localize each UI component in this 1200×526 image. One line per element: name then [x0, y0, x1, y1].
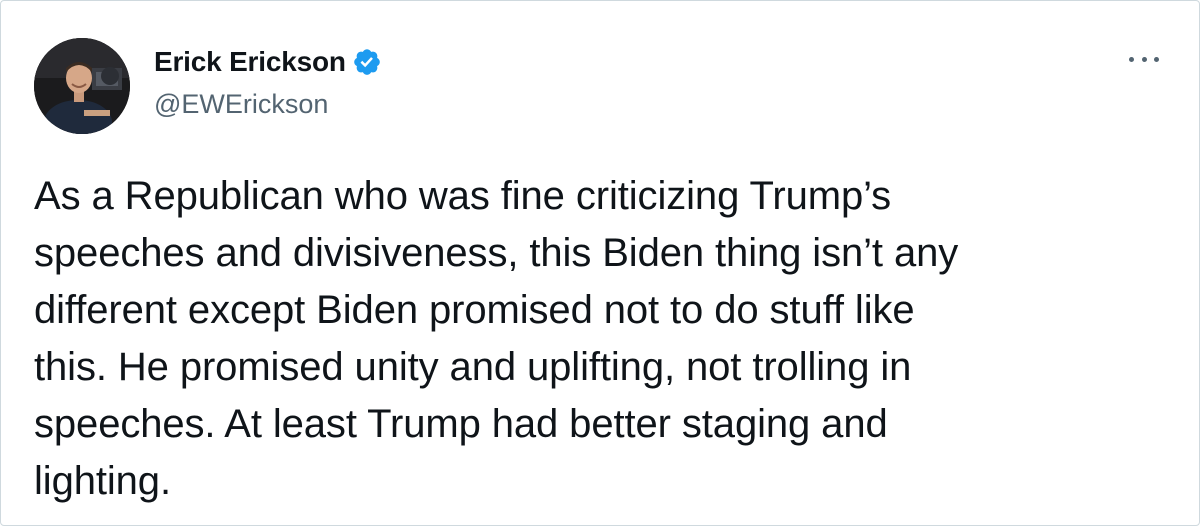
more-dot-3	[1154, 56, 1159, 62]
tweet-text: As a Republican who was fine criticizing…	[34, 174, 959, 503]
author-display-name[interactable]: Erick Erickson	[154, 44, 346, 80]
more-options-icon[interactable]	[1129, 47, 1159, 71]
avatar-photo-icon	[34, 38, 130, 134]
more-dot-1	[1129, 56, 1134, 62]
author-name-row: Erick Erickson	[154, 44, 382, 80]
more-dot-2	[1141, 56, 1147, 62]
avatar[interactable]	[34, 38, 130, 134]
tweet-card: Erick Erickson @EWErickson As a Republic…	[0, 0, 1200, 526]
author-handle[interactable]: @EWErickson	[154, 87, 328, 121]
verified-badge-icon	[353, 49, 380, 75]
